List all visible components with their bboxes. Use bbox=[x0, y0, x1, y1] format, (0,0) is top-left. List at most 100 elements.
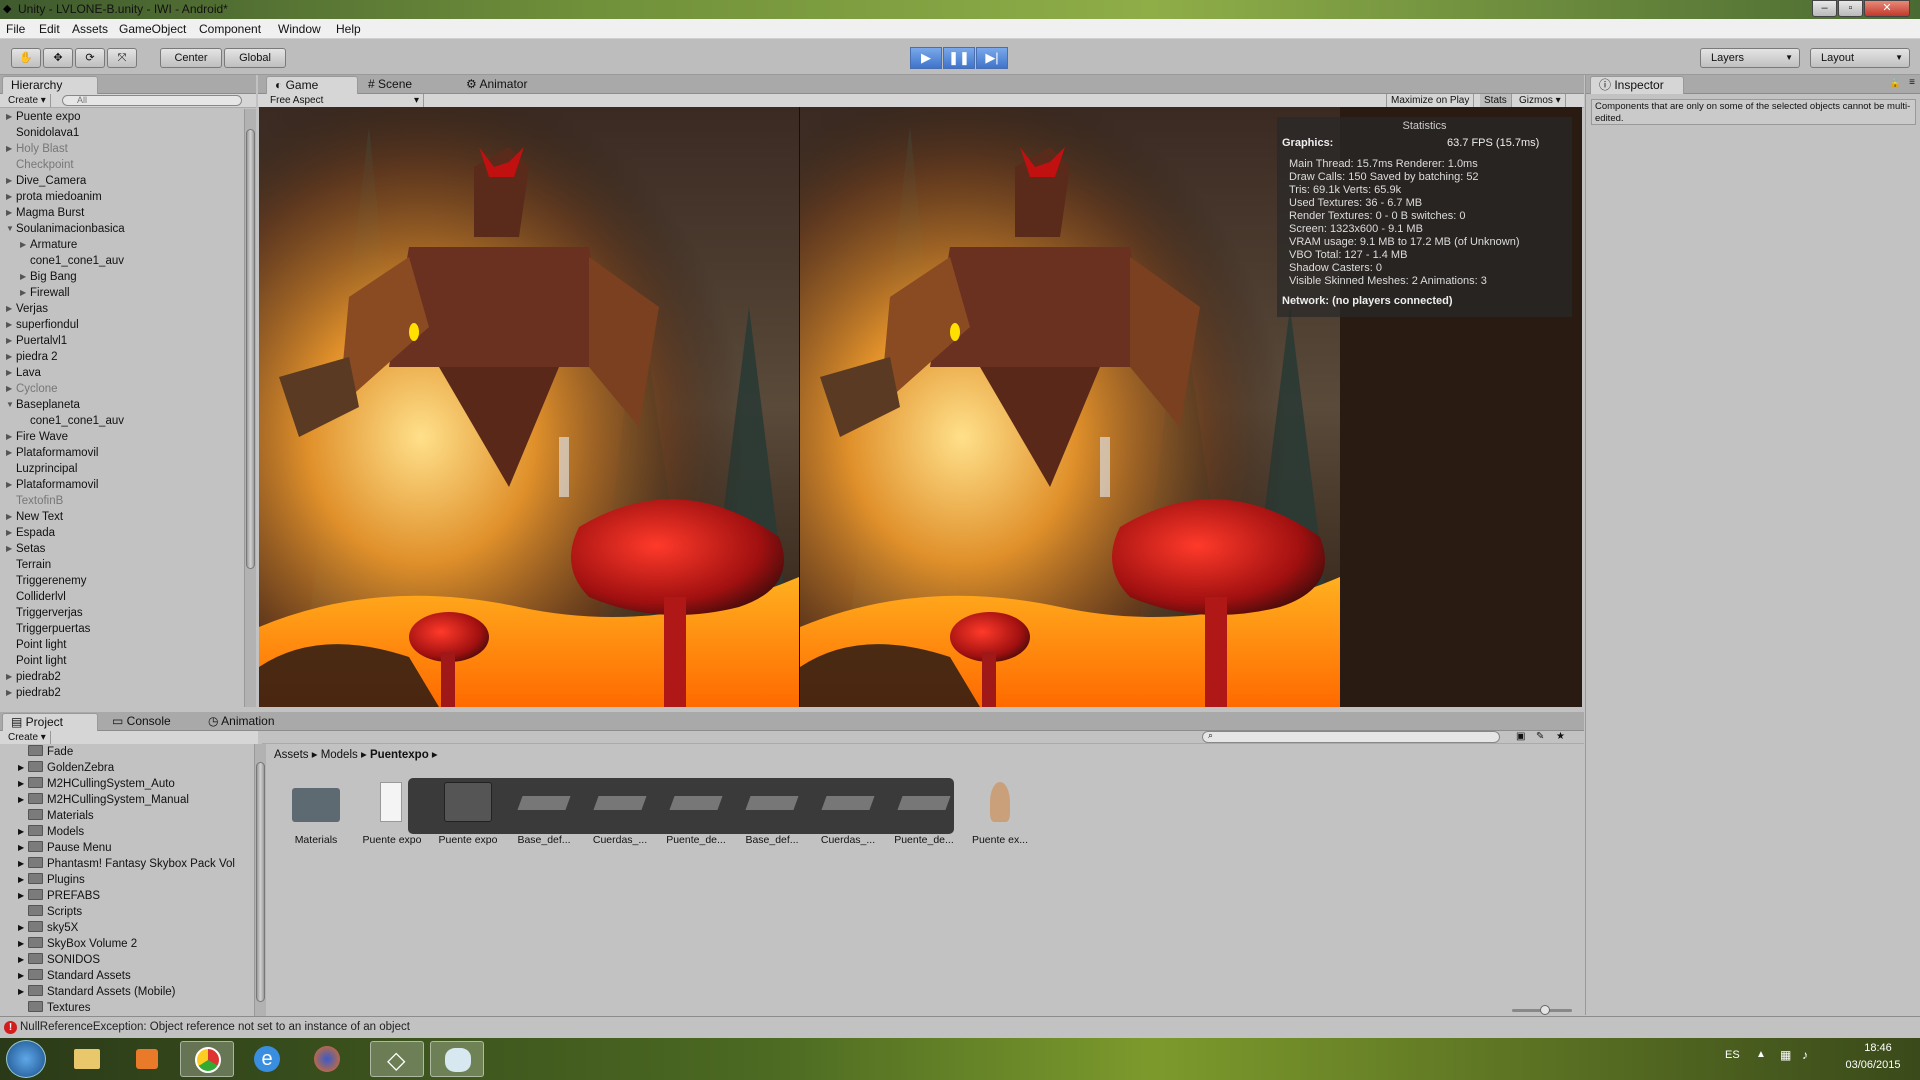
hierarchy-item[interactable]: Checkpoint bbox=[0, 157, 244, 173]
hierarchy-item[interactable]: ▶ piedra 2 bbox=[0, 349, 244, 365]
collapsed-arrow-icon[interactable]: ▶ bbox=[18, 984, 24, 1000]
hierarchy-item[interactable]: cone1_cone1_auv bbox=[0, 253, 244, 269]
hierarchy-item[interactable]: Terrain bbox=[0, 557, 244, 573]
hierarchy-item[interactable]: ▶ Magma Burst bbox=[0, 205, 244, 221]
hierarchy-item[interactable]: ▶ Plataformamovil bbox=[0, 445, 244, 461]
collapsed-arrow-icon[interactable]: ▶ bbox=[6, 109, 12, 125]
hierarchy-item[interactable]: Sonidolava1 bbox=[0, 125, 244, 141]
hierarchy-item[interactable]: ▶ Big Bang bbox=[0, 269, 244, 285]
menu-file[interactable]: File bbox=[6, 22, 25, 36]
collapsed-arrow-icon[interactable]: ▶ bbox=[20, 285, 26, 301]
project-folder-item[interactable]: ▶ Models bbox=[0, 824, 254, 840]
hierarchy-item[interactable]: Triggerpuertas bbox=[0, 621, 244, 637]
collapsed-arrow-icon[interactable]: ▶ bbox=[18, 760, 24, 776]
paint-icon[interactable] bbox=[430, 1041, 484, 1077]
project-folder-item[interactable]: ▶ Standard Assets (Mobile) bbox=[0, 984, 254, 1000]
project-folder-item[interactable]: ▶ PREFABS bbox=[0, 888, 254, 904]
asset-item[interactable]: Materials bbox=[278, 774, 354, 854]
hierarchy-item[interactable]: Triggerenemy bbox=[0, 573, 244, 589]
asset-item[interactable]: Base_def... bbox=[506, 774, 582, 854]
hand-tool-icon[interactable]: ✋ bbox=[11, 48, 41, 68]
collapsed-arrow-icon[interactable]: ▶ bbox=[6, 205, 12, 221]
collapsed-arrow-icon[interactable]: ▶ bbox=[6, 365, 12, 381]
panel-menu-icon[interactable]: ≡ bbox=[1909, 77, 1915, 88]
hierarchy-item[interactable]: ▶ Fire Wave bbox=[0, 429, 244, 445]
menu-component[interactable]: Component bbox=[199, 22, 261, 36]
hierarchy-item[interactable]: ▼ Soulanimacionbasica bbox=[0, 221, 244, 237]
step-button[interactable]: ▶| bbox=[976, 47, 1008, 69]
chrome-icon[interactable] bbox=[180, 1041, 234, 1077]
menu-gameobject[interactable]: GameObject bbox=[119, 22, 186, 36]
pivot-global-toggle[interactable]: Global bbox=[224, 48, 286, 68]
project-folder-item[interactable]: Materials bbox=[0, 808, 254, 824]
hierarchy-item[interactable]: ▶ Puente expo bbox=[0, 109, 244, 125]
breadcrumb-current[interactable]: Puentexpo bbox=[370, 749, 429, 761]
menu-window[interactable]: Window bbox=[278, 22, 321, 36]
rotate-tool-icon[interactable]: ⟳ bbox=[75, 48, 105, 68]
collapsed-arrow-icon[interactable]: ▶ bbox=[6, 445, 12, 461]
hierarchy-item[interactable]: ▶ Espada bbox=[0, 525, 244, 541]
hierarchy-item[interactable]: ▶ Armature bbox=[0, 237, 244, 253]
tab-hierarchy[interactable]: Hierarchy bbox=[2, 76, 98, 94]
hierarchy-item[interactable]: Triggerverjas bbox=[0, 605, 244, 621]
collapsed-arrow-icon[interactable]: ▶ bbox=[6, 509, 12, 525]
collapsed-arrow-icon[interactable]: ▶ bbox=[20, 237, 26, 253]
clock-time[interactable]: 18:46 bbox=[1848, 1042, 1908, 1054]
collapsed-arrow-icon[interactable]: ▶ bbox=[6, 189, 12, 205]
gizmos-dropdown[interactable]: Gizmos ▾ bbox=[1515, 94, 1566, 107]
tab-game[interactable]: ◐ Game bbox=[266, 76, 358, 94]
collapsed-arrow-icon[interactable]: ▶ bbox=[6, 301, 12, 317]
play-button[interactable]: ▶ bbox=[910, 47, 942, 69]
collapsed-arrow-icon[interactable]: ▶ bbox=[18, 792, 24, 808]
collapsed-arrow-icon[interactable]: ▶ bbox=[6, 173, 12, 189]
project-folder-item[interactable]: Textures bbox=[0, 1000, 254, 1016]
collapsed-arrow-icon[interactable]: ▶ bbox=[18, 888, 24, 904]
collapsed-arrow-icon[interactable]: ▶ bbox=[6, 541, 12, 557]
menu-help[interactable]: Help bbox=[336, 22, 361, 36]
collapsed-arrow-icon[interactable]: ▶ bbox=[18, 952, 24, 968]
menu-edit[interactable]: Edit bbox=[39, 22, 60, 36]
tab-scene[interactable]: # Scene bbox=[360, 76, 452, 94]
folder-scrollbar[interactable] bbox=[254, 744, 266, 1016]
menu-assets[interactable]: Assets bbox=[72, 22, 108, 36]
tab-inspector[interactable]: ⓘ Inspector bbox=[1590, 76, 1684, 94]
filter-by-type-icon[interactable]: ▣ bbox=[1516, 731, 1525, 742]
collapsed-arrow-icon[interactable]: ▶ bbox=[18, 920, 24, 936]
collapsed-arrow-icon[interactable]: ▶ bbox=[6, 141, 12, 157]
hierarchy-item[interactable]: Point light bbox=[0, 637, 244, 653]
collapsed-arrow-icon[interactable]: ▶ bbox=[18, 824, 24, 840]
breadcrumb-item[interactable]: Assets bbox=[274, 749, 309, 761]
collapsed-arrow-icon[interactable]: ▶ bbox=[6, 381, 12, 397]
scrollbar-thumb[interactable] bbox=[246, 129, 255, 569]
hierarchy-item[interactable]: ▶ Puertalvl1 bbox=[0, 333, 244, 349]
asset-item[interactable]: Cuerdas_... bbox=[810, 774, 886, 854]
unity-taskbar-icon[interactable]: ◇ bbox=[370, 1041, 424, 1077]
asset-item[interactable]: Puente_de... bbox=[886, 774, 962, 854]
collapsed-arrow-icon[interactable]: ▶ bbox=[20, 269, 26, 285]
project-create-button[interactable]: Create ▾ bbox=[4, 731, 51, 744]
favorites-icon[interactable]: ★ bbox=[1556, 731, 1565, 742]
hierarchy-item[interactable]: ▶ superfiondul bbox=[0, 317, 244, 333]
hierarchy-item[interactable]: ▶ New Text bbox=[0, 509, 244, 525]
expanded-arrow-icon[interactable]: ▼ bbox=[6, 397, 14, 413]
collapsed-arrow-icon[interactable]: ▶ bbox=[18, 936, 24, 952]
collapsed-arrow-icon[interactable]: ▶ bbox=[6, 525, 12, 541]
collapsed-arrow-icon[interactable]: ▶ bbox=[6, 333, 12, 349]
asset-item[interactable]: Puente expo bbox=[354, 774, 430, 854]
pause-button[interactable]: ❚❚ bbox=[943, 47, 975, 69]
hierarchy-item[interactable]: ▶ prota miedoanim bbox=[0, 189, 244, 205]
asset-item[interactable]: Base_def... bbox=[734, 774, 810, 854]
hierarchy-item[interactable]: Point light bbox=[0, 653, 244, 669]
close-button[interactable]: ✕ bbox=[1864, 0, 1910, 17]
hierarchy-item[interactable]: TextofinB bbox=[0, 493, 244, 509]
expanded-arrow-icon[interactable]: ▼ bbox=[6, 221, 14, 237]
collapsed-arrow-icon[interactable]: ▶ bbox=[18, 840, 24, 856]
lock-icon[interactable]: 🔒 bbox=[1890, 78, 1901, 89]
volume-icon[interactable]: ♪ bbox=[1802, 1048, 1808, 1062]
clock-date[interactable]: 03/06/2015 bbox=[1836, 1059, 1910, 1071]
collapsed-arrow-icon[interactable]: ▶ bbox=[6, 477, 12, 493]
media-player-icon[interactable] bbox=[120, 1041, 174, 1077]
move-tool-icon[interactable]: ✥ bbox=[43, 48, 73, 68]
hierarchy-create-button[interactable]: Create ▾ bbox=[4, 94, 51, 107]
filter-by-label-icon[interactable]: ✎ bbox=[1536, 731, 1544, 742]
